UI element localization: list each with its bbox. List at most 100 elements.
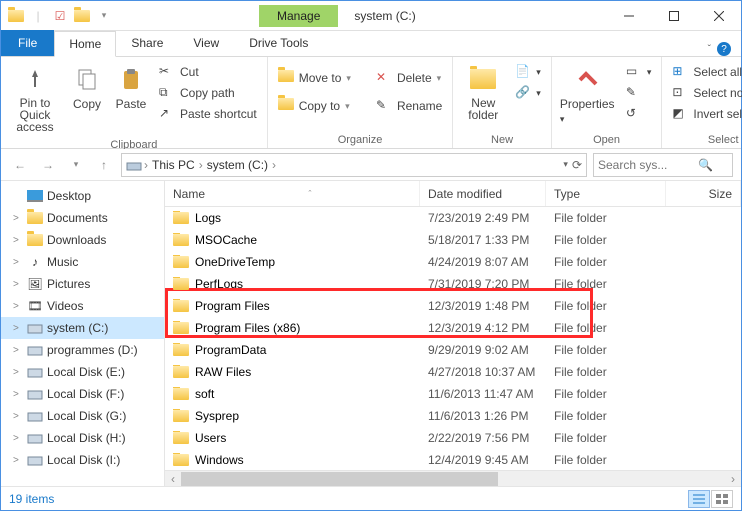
breadcrumb-item[interactable]: system (C:) [205,158,270,172]
easy-access-button[interactable]: 🔗▾ [511,84,545,102]
select-all-button[interactable]: ⊞Select all [668,63,742,81]
tree-item[interactable]: >Local Disk (E:) [1,361,164,383]
search-box[interactable]: 🔍 [593,153,733,177]
copy-path-icon: ⧉ [159,85,175,101]
table-row[interactable]: RAW Files4/27/2018 10:37 AMFile folder [165,361,741,383]
address-bar[interactable]: › This PC › system (C:) › ▾ ⟳ [121,153,587,177]
help-icon[interactable]: ? [717,42,731,56]
expand-icon[interactable]: > [13,367,23,378]
copy-button[interactable]: Copy [67,59,107,115]
details-view-button[interactable] [688,490,710,508]
paste-shortcut-button[interactable]: ↗Paste shortcut [155,105,261,123]
back-button[interactable]: ← [9,154,31,176]
copy-path-button[interactable]: ⧉Copy path [155,84,261,102]
new-folder-button[interactable]: New folder [459,59,507,125]
thumbnails-view-button[interactable] [711,490,733,508]
tree-item[interactable]: Desktop [1,185,164,207]
chevron-right-icon[interactable]: › [272,158,276,172]
expand-icon[interactable]: > [13,345,23,356]
expand-icon[interactable]: > [13,213,23,224]
expand-icon[interactable]: > [13,235,23,246]
table-row[interactable]: soft11/6/2013 11:47 AMFile folder [165,383,741,405]
scrollbar-thumb[interactable] [181,472,498,486]
column-name[interactable]: Nameˆ [165,181,420,206]
chevron-right-icon[interactable]: › [144,158,148,172]
folder-small-icon[interactable] [73,7,91,25]
table-row[interactable]: Logs7/23/2019 2:49 PMFile folder [165,207,741,229]
expand-icon[interactable]: > [13,389,23,400]
search-input[interactable] [598,158,698,172]
expand-icon[interactable]: > [13,323,23,334]
tree-item[interactable]: >Local Disk (G:) [1,405,164,427]
tab-share[interactable]: Share [116,30,178,56]
expand-icon[interactable]: > [13,455,23,466]
table-row[interactable]: Windows12/4/2019 9:45 AMFile folder [165,449,741,470]
tab-drive-tools[interactable]: Drive Tools [234,30,323,56]
expand-icon[interactable]: > [13,257,23,268]
checkbox-icon[interactable]: ☑ [51,7,69,25]
tree-item[interactable]: >Local Disk (I:) [1,449,164,471]
navigation-tree[interactable]: Desktop >Documents>Downloads>♪Music>🖼Pict… [1,181,165,486]
column-type[interactable]: Type [546,181,666,206]
close-button[interactable] [696,1,741,31]
expand-icon[interactable]: > [13,301,23,312]
tree-item[interactable]: >system (C:) [1,317,164,339]
table-row[interactable]: Program Files12/3/2019 1:48 PMFile folde… [165,295,741,317]
tree-item[interactable]: >Downloads [1,229,164,251]
column-size[interactable]: Size [666,181,741,206]
table-row[interactable]: Sysprep11/6/2013 1:26 PMFile folder [165,405,741,427]
history-dropdown-icon[interactable]: ▾ [563,159,568,170]
cut-button[interactable]: ✂Cut [155,63,261,81]
maximize-button[interactable] [651,1,696,31]
pin-to-quick-access-button[interactable]: Pin to Quick access [7,59,63,137]
chevron-right-icon[interactable]: › [199,158,203,172]
delete-button[interactable]: ✕Delete▾ [372,69,446,87]
expand-icon[interactable]: > [13,411,23,422]
table-row[interactable]: MSOCache5/18/2017 1:33 PMFile folder [165,229,741,251]
tree-item[interactable]: >♪Music [1,251,164,273]
qat-overflow-icon[interactable]: ▾ [95,7,113,25]
file-list[interactable]: Logs7/23/2019 2:49 PMFile folderMSOCache… [165,207,741,470]
expand-icon[interactable]: > [13,433,23,444]
scroll-left-icon[interactable]: ‹ [165,472,181,486]
tree-item[interactable]: >Local Disk (H:) [1,427,164,449]
tree-item[interactable]: >🖼Pictures [1,273,164,295]
tree-item[interactable]: >programmes (D:) [1,339,164,361]
horizontal-scrollbar[interactable]: ‹ › [165,470,741,486]
select-none-button[interactable]: ⊡Select none [668,84,742,102]
forward-button[interactable]: → [37,154,59,176]
breadcrumb-item[interactable]: This PC [150,158,197,172]
table-row[interactable]: OneDriveTemp4/24/2019 8:07 AMFile folder [165,251,741,273]
tab-view[interactable]: View [178,30,234,56]
recent-locations-button[interactable]: ▾ [65,154,87,176]
scroll-right-icon[interactable]: › [725,472,741,486]
table-row[interactable]: ProgramData9/29/2019 9:02 AMFile folder [165,339,741,361]
drive-icon [126,159,142,171]
expand-icon[interactable]: > [13,279,23,290]
tree-item[interactable]: >Local Disk (F:) [1,383,164,405]
ribbon-expand-icon[interactable]: ˇ [708,44,711,55]
navigation-bar: ← → ▾ ↑ › This PC › system (C:) › ▾ ⟳ 🔍 [1,149,741,181]
edit-button[interactable]: ✎ [622,84,656,102]
properties-button[interactable]: Properties ▾ [558,59,618,129]
history-button[interactable]: ↺ [622,105,656,123]
minimize-button[interactable] [606,1,651,31]
table-row[interactable]: PerfLogs7/31/2019 7:20 PMFile folder [165,273,741,295]
tab-file[interactable]: File [1,30,54,56]
copy-to-button[interactable]: Copy to▾ [274,97,355,115]
table-row[interactable]: Users2/22/2019 7:56 PMFile folder [165,427,741,449]
up-button[interactable]: ↑ [93,154,115,176]
tree-item[interactable]: >🎞Videos [1,295,164,317]
move-to-button[interactable]: Move to▾ [274,69,355,87]
rename-button[interactable]: ✎Rename [372,97,446,115]
invert-selection-button[interactable]: ◩Invert selection [668,105,742,123]
column-date[interactable]: Date modified [420,181,546,206]
new-item-button[interactable]: 📄▾ [511,63,545,81]
open-button[interactable]: ▭▾ [622,63,656,81]
tree-item[interactable]: >Documents [1,207,164,229]
table-row[interactable]: Program Files (x86)12/3/2019 4:12 PMFile… [165,317,741,339]
refresh-icon[interactable]: ⟳ [572,158,582,172]
paste-button[interactable]: Paste [111,59,151,115]
tab-home[interactable]: Home [54,31,116,57]
tree-item-label: Desktop [47,189,91,203]
